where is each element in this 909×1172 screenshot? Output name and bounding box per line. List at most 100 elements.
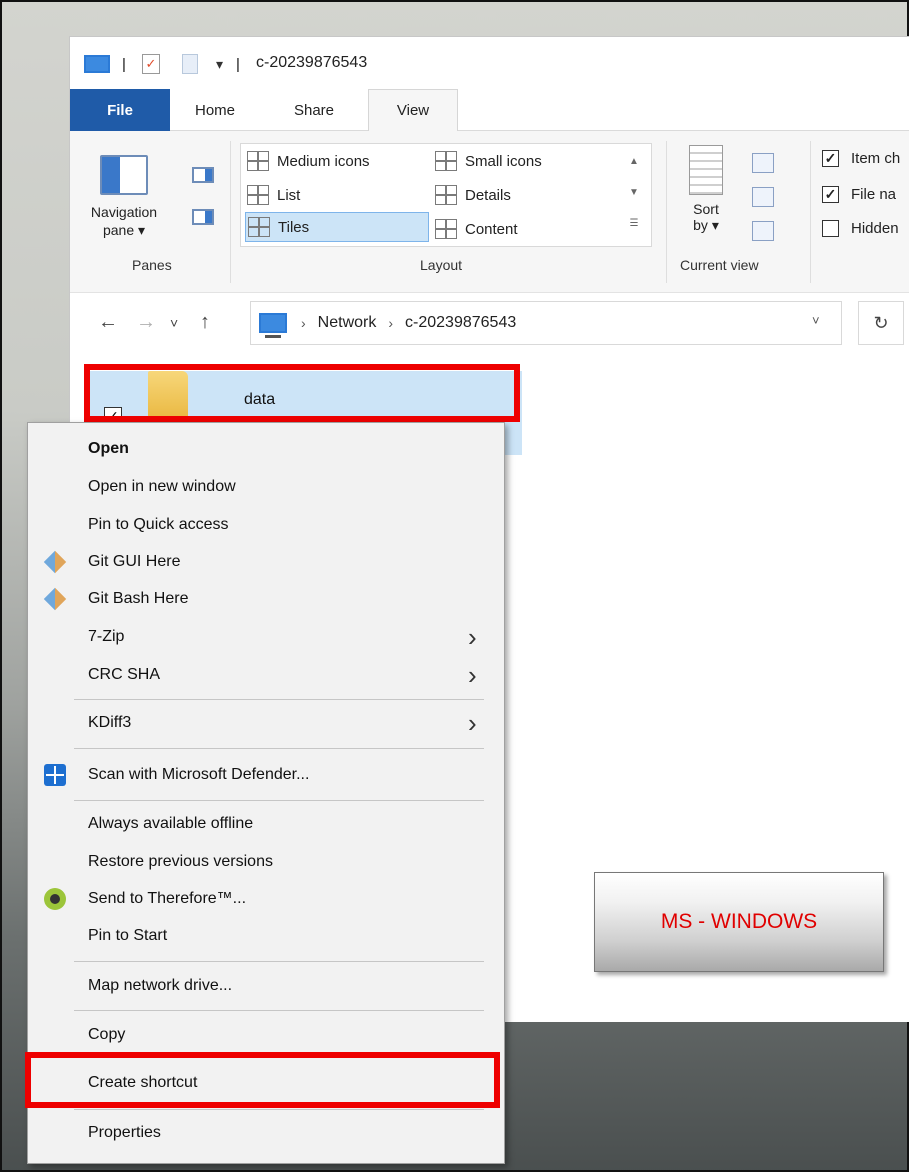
tab-home[interactable]: Home bbox=[182, 89, 248, 131]
tab-view[interactable]: View bbox=[368, 89, 458, 132]
highlight-box-create-shortcut bbox=[25, 1052, 500, 1108]
layout-details[interactable]: Details bbox=[435, 180, 511, 210]
git-bash-icon bbox=[43, 587, 67, 611]
content-icon bbox=[435, 219, 457, 239]
menu-item-kdiff3[interactable]: KDiff3 › bbox=[28, 705, 504, 741]
group-separator bbox=[810, 141, 811, 283]
layout-medium-icons-label: Medium icons bbox=[277, 152, 370, 170]
group-label-current-view: Current view bbox=[680, 257, 759, 273]
menu-item-label: Map network drive... bbox=[88, 977, 233, 994]
size-columns-icon[interactable] bbox=[752, 221, 774, 241]
back-arrow-icon[interactable]: ← bbox=[98, 311, 118, 334]
layout-scroll-arrows[interactable]: ▲ ▼ ☰ bbox=[627, 146, 641, 239]
menu-item-open[interactable]: Open bbox=[28, 431, 504, 467]
tab-file[interactable]: File bbox=[70, 89, 170, 131]
tiles-icon bbox=[248, 217, 270, 237]
menu-item-label: 7-Zip bbox=[88, 628, 125, 645]
medium-icons-icon bbox=[247, 151, 269, 171]
menu-item-map-network-drive[interactable]: Map network drive... bbox=[28, 968, 504, 1004]
group-label-panes: Panes bbox=[132, 257, 172, 273]
menu-separator bbox=[74, 961, 484, 962]
submenu-arrow-icon: › bbox=[468, 708, 477, 738]
properties-icon[interactable]: ✓ bbox=[142, 53, 160, 75]
layout-content[interactable]: Content bbox=[435, 214, 518, 244]
group-by-icon[interactable] bbox=[752, 153, 774, 173]
this-pc-icon bbox=[259, 313, 287, 338]
details-pane-icon[interactable] bbox=[192, 209, 214, 225]
menu-item-label: Open in new window bbox=[88, 478, 236, 495]
hidden-items-toggle[interactable]: Hidden bbox=[822, 215, 899, 241]
preview-pane-icon[interactable] bbox=[192, 167, 214, 183]
recent-locations-icon[interactable]: ˅ bbox=[170, 315, 178, 331]
hidden-items-label: Hidden bbox=[851, 219, 899, 237]
layout-list[interactable]: List bbox=[247, 180, 300, 210]
layout-small-icons-label: Small icons bbox=[465, 152, 542, 170]
layout-tiles[interactable]: Tiles bbox=[245, 212, 429, 242]
quick-access-separator: | bbox=[122, 55, 126, 73]
menu-item-7zip[interactable]: 7-Zip › bbox=[28, 619, 504, 655]
menu-item-label: Always available offline bbox=[88, 815, 254, 832]
menu-separator bbox=[74, 699, 484, 700]
layout-tiles-label: Tiles bbox=[278, 218, 310, 236]
window-title: c-20239876543 bbox=[256, 54, 368, 71]
sort-by-button[interactable]: Sort by ▾ bbox=[676, 145, 736, 234]
file-name-extensions-toggle[interactable]: ✓ File na bbox=[822, 181, 896, 207]
address-dropdown-icon[interactable]: ˅ bbox=[812, 313, 820, 328]
ribbon-tabs: File Home Share View bbox=[70, 89, 909, 132]
menu-item-git-gui[interactable]: Git GUI Here bbox=[28, 544, 504, 580]
refresh-button[interactable]: ↻ bbox=[858, 301, 904, 345]
item-checkboxes-toggle[interactable]: ✓ Item ch bbox=[822, 145, 900, 171]
menu-item-label: Scan with Microsoft Defender... bbox=[88, 766, 310, 783]
breadcrumb-host[interactable]: c-20239876543 bbox=[405, 314, 516, 332]
menu-item-pin-to-start[interactable]: Pin to Start bbox=[28, 918, 504, 954]
breadcrumb-separator-icon: › bbox=[388, 315, 394, 331]
menu-item-label: Copy bbox=[88, 1026, 126, 1043]
customize-quick-access-icon[interactable]: ▾ bbox=[216, 53, 223, 75]
layout-medium-icons[interactable]: Medium icons bbox=[247, 146, 370, 176]
navigation-pane-button[interactable]: Navigation pane ▾ bbox=[76, 145, 172, 239]
menu-item-label: Git GUI Here bbox=[88, 553, 181, 570]
address-bar[interactable]: › Network › c-20239876543 bbox=[250, 301, 842, 345]
menu-item-crc-sha[interactable]: CRC SHA › bbox=[28, 657, 504, 693]
checkbox-checked-icon: ✓ bbox=[822, 149, 839, 167]
menu-item-git-bash[interactable]: Git Bash Here bbox=[28, 581, 504, 617]
computer-icon[interactable] bbox=[84, 53, 110, 75]
list-icon bbox=[247, 185, 269, 205]
menu-separator bbox=[74, 1109, 484, 1110]
up-arrow-icon[interactable]: ↑ bbox=[200, 311, 210, 334]
ribbon: Navigation pane ▾ Panes Medium icons Sma… bbox=[70, 131, 909, 293]
menu-item-always-offline[interactable]: Always available offline bbox=[28, 806, 504, 842]
refresh-icon: ↻ bbox=[873, 312, 889, 333]
new-folder-icon[interactable] bbox=[182, 53, 198, 75]
layout-details-label: Details bbox=[465, 186, 511, 204]
address-row: ← → ˅ ↑ › Network › c-20239876543 ˅ ↻ bbox=[70, 293, 909, 353]
item-checkboxes-label: Item ch bbox=[851, 149, 901, 167]
menu-item-properties[interactable]: Properties bbox=[28, 1115, 504, 1151]
breadcrumb-network[interactable]: Network bbox=[318, 314, 377, 332]
forward-arrow-icon[interactable]: → bbox=[136, 311, 156, 334]
menu-item-restore-versions[interactable]: Restore previous versions bbox=[28, 844, 504, 880]
menu-item-label: Git Bash Here bbox=[88, 590, 189, 607]
menu-item-defender-scan[interactable]: Scan with Microsoft Defender... bbox=[28, 757, 504, 793]
menu-item-label: Properties bbox=[88, 1124, 161, 1141]
menu-item-pin-quick-access[interactable]: Pin to Quick access bbox=[28, 507, 504, 543]
tab-share[interactable]: Share bbox=[282, 89, 346, 131]
menu-item-open-new-window[interactable]: Open in new window bbox=[28, 469, 504, 505]
layout-small-icons[interactable]: Small icons bbox=[435, 146, 542, 176]
title-separator: | bbox=[236, 55, 240, 73]
group-separator bbox=[666, 141, 667, 283]
small-icons-icon bbox=[435, 151, 457, 171]
title-bar: | ✓ ▾ | c-20239876543 bbox=[70, 37, 909, 89]
checkbox-checked-icon: ✓ bbox=[822, 185, 839, 203]
navigation-pane-icon bbox=[100, 155, 148, 195]
add-columns-icon[interactable] bbox=[752, 187, 774, 207]
menu-item-label: Open bbox=[88, 440, 129, 457]
details-icon bbox=[435, 185, 457, 205]
navigation-pane-label-2: pane ▾ bbox=[102, 222, 146, 238]
menu-item-send-to-therefore[interactable]: Send to Therefore™... bbox=[28, 881, 504, 917]
sort-icon bbox=[689, 145, 723, 195]
menu-separator bbox=[74, 1010, 484, 1011]
menu-item-label: Pin to Quick access bbox=[88, 516, 229, 533]
menu-item-copy[interactable]: Copy bbox=[28, 1017, 504, 1053]
menu-item-label: Pin to Start bbox=[88, 927, 168, 944]
